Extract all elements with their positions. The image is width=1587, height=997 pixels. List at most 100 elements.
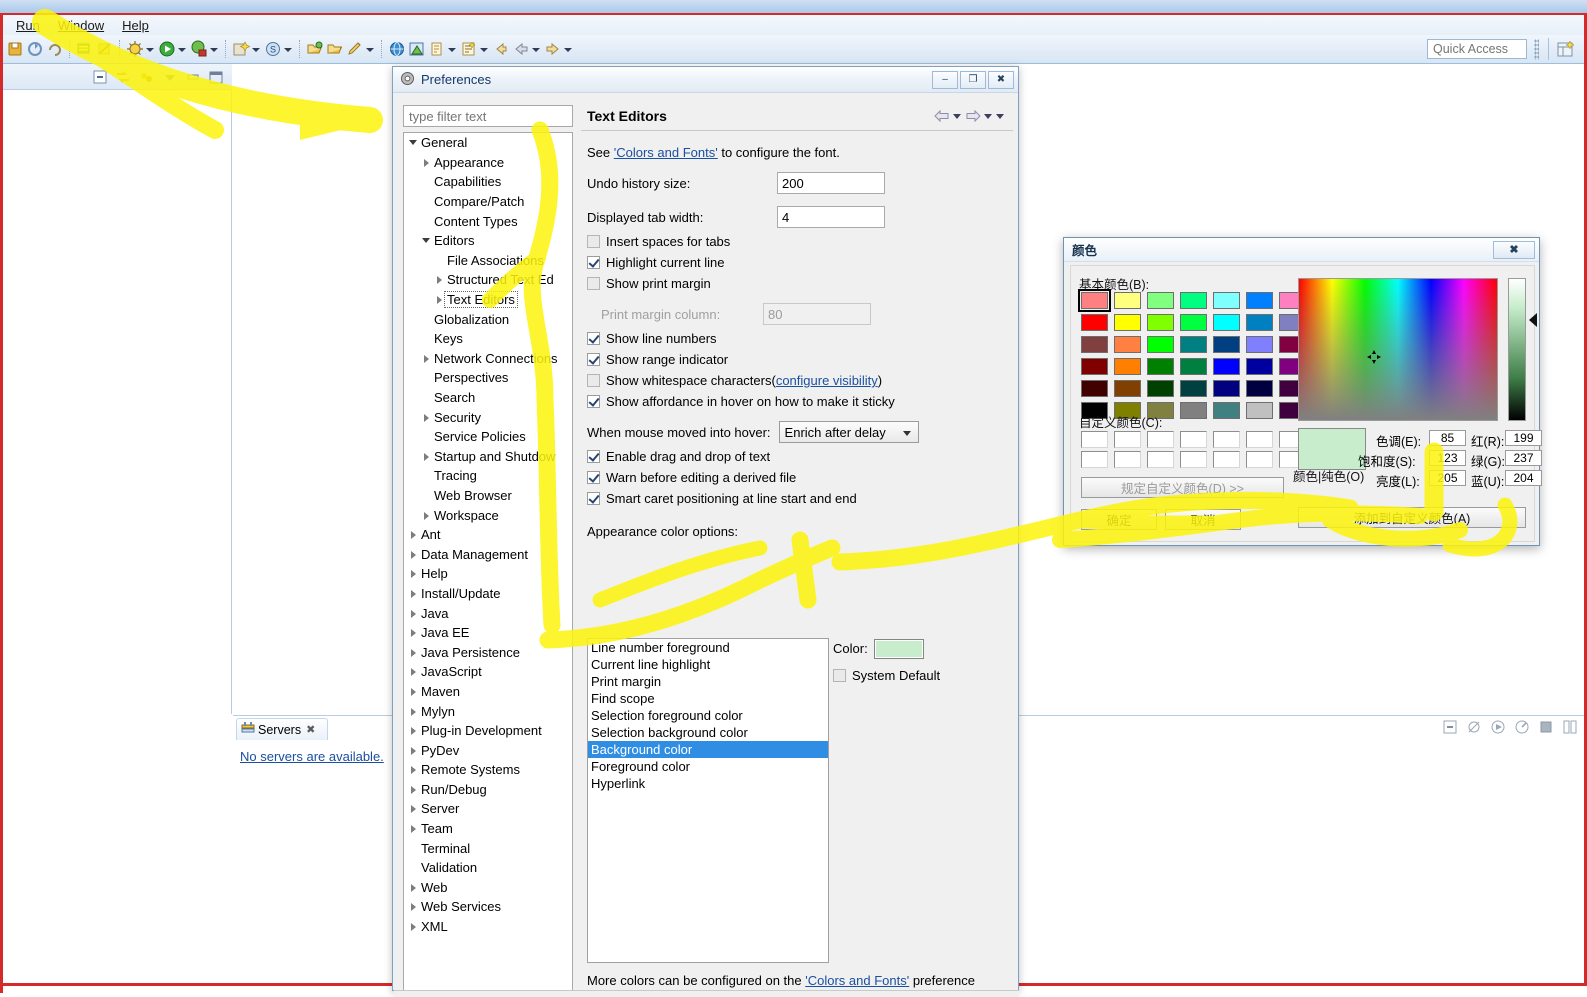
define-custom-colors-button[interactable]: 规定自定义颜色(D) >> xyxy=(1081,477,1284,498)
menu-item-help[interactable]: Help xyxy=(113,16,158,35)
checkbox[interactable] xyxy=(587,332,600,345)
chevron-right-icon[interactable] xyxy=(421,408,432,427)
tree-item[interactable]: Search xyxy=(404,388,572,408)
basic-color-swatch[interactable] xyxy=(1246,314,1273,331)
chevron-right-icon[interactable] xyxy=(408,584,419,603)
chevron-right-icon[interactable] xyxy=(408,702,419,721)
stop-server-icon[interactable] xyxy=(1537,718,1555,736)
chevron-right-icon[interactable] xyxy=(408,878,419,897)
chevron-right-icon[interactable] xyxy=(421,153,432,172)
chevron-right-icon[interactable] xyxy=(408,682,419,701)
basic-color-swatch[interactable] xyxy=(1180,314,1207,331)
basic-color-swatch[interactable] xyxy=(1147,336,1174,353)
new-element-icon[interactable] xyxy=(76,40,94,58)
tree-item[interactable]: Ant xyxy=(404,525,572,545)
view-menu-icon[interactable] xyxy=(160,68,180,86)
run-dropdown-arrow-icon[interactable] xyxy=(177,40,186,58)
collapse-all-icon[interactable] xyxy=(91,68,111,86)
basic-color-swatch[interactable] xyxy=(1180,292,1207,309)
debug-dropdown-arrow-icon[interactable] xyxy=(145,40,154,58)
tree-item[interactable]: Service Policies xyxy=(404,427,572,447)
close-button[interactable]: ✖ xyxy=(988,70,1014,89)
tree-item[interactable]: Capabilities xyxy=(404,172,572,192)
chevron-right-icon[interactable] xyxy=(408,780,419,799)
checkbox[interactable] xyxy=(587,277,600,290)
appearance-color-option[interactable]: Selection foreground color xyxy=(588,707,828,724)
basic-color-swatch[interactable] xyxy=(1213,336,1240,353)
chevron-right-icon[interactable] xyxy=(408,741,419,760)
new-wizard-icon[interactable] xyxy=(232,40,251,58)
open-perspective-button[interactable] xyxy=(1555,38,1577,60)
tree-item[interactable]: Globalization xyxy=(404,309,572,329)
tree-item[interactable]: JavaScript xyxy=(404,662,572,682)
debug-server-icon[interactable] xyxy=(1465,718,1483,736)
external-tools-dropdown-arrow-icon[interactable] xyxy=(209,40,218,58)
appearance-color-options-list[interactable]: Line number foreground Current line highl… xyxy=(587,638,829,963)
chevron-right-icon[interactable] xyxy=(408,799,419,818)
tree-item[interactable]: Network Connections xyxy=(404,349,572,369)
appearance-color-option[interactable]: Find scope xyxy=(588,690,828,707)
basic-color-swatch[interactable] xyxy=(1246,292,1273,309)
tree-item[interactable]: Compare/Patch xyxy=(404,192,572,212)
chevron-right-icon[interactable] xyxy=(408,564,419,583)
forward-arrow-icon[interactable] xyxy=(965,109,981,123)
basic-color-swatch[interactable] xyxy=(1078,289,1111,312)
blue-input[interactable]: 204 xyxy=(1505,470,1542,486)
hue-input[interactable]: 85 xyxy=(1429,430,1466,446)
basic-color-swatch[interactable] xyxy=(1114,380,1141,397)
basic-color-swatch[interactable] xyxy=(1114,336,1141,353)
custom-color-swatch[interactable] xyxy=(1081,451,1108,468)
chevron-right-icon[interactable] xyxy=(408,623,419,642)
color-cancel-button[interactable]: 取消 xyxy=(1165,509,1241,530)
checkbox[interactable] xyxy=(587,471,600,484)
chevron-down-icon[interactable] xyxy=(408,133,419,152)
checkbox[interactable] xyxy=(587,256,600,269)
appearance-color-option[interactable]: Line number foreground xyxy=(588,639,828,656)
basic-color-swatch[interactable] xyxy=(1213,358,1240,375)
appearance-color-option[interactable]: Print margin xyxy=(588,673,828,690)
custom-color-swatch[interactable] xyxy=(1114,431,1141,448)
basic-color-swatch[interactable] xyxy=(1246,380,1273,397)
tree-item[interactable]: Data Management xyxy=(404,544,572,564)
color-dialog-titlebar[interactable]: 颜色 ✖ xyxy=(1064,238,1539,262)
chevron-right-icon[interactable] xyxy=(421,349,432,368)
basic-color-swatch[interactable] xyxy=(1180,380,1207,397)
undo-history-input[interactable] xyxy=(777,172,885,194)
tree-item[interactable]: Team xyxy=(404,819,572,839)
color-swatch-button[interactable] xyxy=(874,639,924,659)
basic-color-swatch[interactable] xyxy=(1180,358,1207,375)
luminosity-pointer-icon[interactable] xyxy=(1529,313,1537,327)
basic-color-swatch[interactable] xyxy=(1114,292,1141,309)
web-browser-icon[interactable] xyxy=(388,40,406,58)
basic-color-swatch[interactable] xyxy=(1081,358,1108,375)
tree-item[interactable]: Maven xyxy=(404,682,572,702)
minimize-view-icon[interactable] xyxy=(183,68,203,86)
tree-item[interactable]: Run/Debug xyxy=(404,780,572,800)
tree-item[interactable]: Structured Text Ed xyxy=(404,270,572,290)
color-ok-button[interactable]: 确定 xyxy=(1081,509,1157,530)
basic-color-swatch[interactable] xyxy=(1147,380,1174,397)
basic-color-swatch[interactable] xyxy=(1180,336,1207,353)
colors-and-fonts-link[interactable]: 'Colors and Fonts' xyxy=(614,145,718,160)
basic-color-swatch[interactable] xyxy=(1180,402,1207,419)
tree-item[interactable]: Security xyxy=(404,407,572,427)
checkbox[interactable] xyxy=(587,492,600,505)
basic-color-swatch[interactable] xyxy=(1081,336,1108,353)
basic-color-swatch[interactable] xyxy=(1081,380,1108,397)
hover-mode-combo[interactable]: Enrich after delay xyxy=(778,421,919,443)
basic-color-swatch[interactable] xyxy=(1213,292,1240,309)
tree-item[interactable]: Remote Systems xyxy=(404,760,572,780)
new-server-icon[interactable] xyxy=(1441,718,1459,736)
basic-color-swatch[interactable] xyxy=(1246,358,1273,375)
basic-color-swatch[interactable] xyxy=(1147,292,1174,309)
basic-color-swatch[interactable] xyxy=(1147,314,1174,331)
tree-item[interactable]: Server xyxy=(404,799,572,819)
appearance-color-option[interactable]: Hyperlink xyxy=(588,775,828,792)
chevron-right-icon[interactable] xyxy=(408,604,419,623)
new-wizard-dropdown-arrow-icon[interactable] xyxy=(251,40,260,58)
quick-access-input[interactable] xyxy=(1427,39,1527,59)
chevron-right-icon[interactable] xyxy=(434,270,445,289)
custom-color-swatch[interactable] xyxy=(1147,451,1174,468)
minimize-button[interactable]: – xyxy=(932,70,958,89)
appearance-color-option[interactable]: Current line highlight xyxy=(588,656,828,673)
